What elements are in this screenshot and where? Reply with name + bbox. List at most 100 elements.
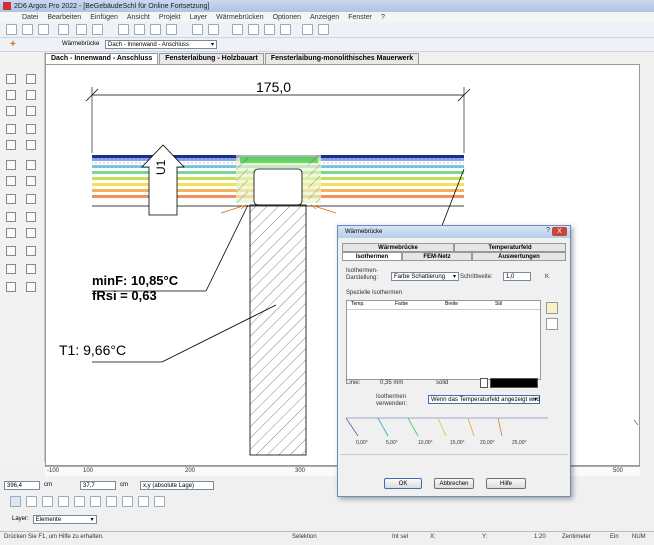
menu-help[interactable]: ?	[381, 14, 385, 21]
menu-window[interactable]: Fenster	[348, 14, 372, 21]
snap-perpendicular-icon[interactable]	[58, 496, 69, 507]
coordinate-mode-select[interactable]: x,y (absolute Lage)	[140, 480, 214, 490]
isotherm-mode-value: Farbe Schattierung	[394, 274, 446, 280]
snap-tangent-icon[interactable]	[106, 496, 117, 507]
circle-tool-icon[interactable]	[6, 176, 16, 186]
snap-midpoint-icon[interactable]	[42, 496, 53, 507]
save-icon[interactable]	[38, 24, 49, 35]
export-icon[interactable]	[302, 24, 313, 35]
layer-tool-icon[interactable]	[6, 282, 16, 292]
hatch-2-tool-icon[interactable]	[26, 140, 36, 150]
pencil-tool-icon[interactable]	[6, 246, 16, 256]
tab-temperature-field[interactable]: Temperaturfeld	[454, 243, 566, 252]
tab-fem-mesh[interactable]: FEM-Netz	[402, 252, 472, 261]
scale-tool-icon[interactable]	[26, 228, 36, 238]
ok-button[interactable]: OK	[384, 478, 422, 489]
status-field-1: Int sel	[392, 534, 409, 540]
snap-nearest-icon[interactable]	[122, 496, 133, 507]
settings-icon[interactable]	[318, 24, 329, 35]
cancel-button[interactable]: Abbrechen	[434, 478, 474, 489]
window-title: 2D6 Argos Pro 2022 - [BeGebäudeSchl für …	[14, 2, 210, 10]
pick-tool-icon[interactable]	[26, 264, 36, 274]
move-up-icon[interactable]	[546, 318, 558, 330]
component-tool-icon[interactable]	[6, 124, 16, 134]
add-icon[interactable]: +	[10, 40, 20, 50]
redo-icon[interactable]	[92, 24, 103, 35]
heatbridge-select[interactable]: Dach - Innenwand - Anschluss ▾	[105, 40, 217, 49]
menu-view[interactable]: Ansicht	[127, 14, 150, 21]
snap-intersection-icon[interactable]	[74, 496, 85, 507]
snap-center-icon[interactable]	[90, 496, 101, 507]
open-file-icon[interactable]	[22, 24, 33, 35]
draw-line-icon[interactable]	[6, 160, 16, 170]
layer-select[interactable]: Elemente ▾	[32, 514, 97, 524]
y-coordinate-input[interactable]: 37,7	[80, 480, 116, 490]
calc-flag-4-icon[interactable]	[280, 24, 291, 35]
snap-icon[interactable]	[208, 24, 219, 35]
menu-file[interactable]: Datei	[22, 14, 38, 21]
menu-layer[interactable]: Layer	[190, 14, 208, 21]
calc-flag-1-icon[interactable]	[232, 24, 243, 35]
zoom-in-icon[interactable]	[118, 24, 129, 35]
step-input[interactable]: 1,0	[503, 272, 531, 281]
measure-tool-icon[interactable]	[26, 90, 36, 100]
snap-angle-icon[interactable]	[154, 496, 165, 507]
calc-flag-2-icon[interactable]	[248, 24, 259, 35]
pattern-tool-icon[interactable]	[6, 106, 16, 116]
layer-2-tool-icon[interactable]	[26, 282, 36, 292]
tab-heatbridge[interactable]: Wärmebrücke	[342, 243, 454, 252]
tab-window-reveal-timber[interactable]: Fensterlaibung - Holzbauart	[159, 53, 264, 64]
tab-isotherms[interactable]: Isothermen	[342, 252, 402, 261]
undo-icon[interactable]	[76, 24, 87, 35]
close-icon[interactable]: X	[552, 227, 567, 236]
snap-pointer-icon[interactable]	[10, 496, 21, 507]
menu-project[interactable]: Projekt	[159, 14, 181, 21]
y-unit: cm	[120, 482, 128, 488]
line-style-value[interactable]: solid	[436, 380, 448, 386]
calc-flag-3-icon[interactable]	[264, 24, 275, 35]
dialog-help-icon[interactable]: ?	[546, 227, 550, 234]
use-isotherms-value: Wenn das Temperaturfeld angezeigt wird	[431, 397, 540, 403]
zoom-out-icon[interactable]	[150, 24, 161, 35]
color-picker-arrow-icon[interactable]	[480, 378, 488, 388]
add-isotherm-icon[interactable]	[546, 302, 558, 314]
menu-edit[interactable]: Bearbeiten	[47, 14, 81, 21]
isotherm-mode-select[interactable]: Farbe Schattierung ▾	[391, 272, 459, 281]
eraser-tool-icon[interactable]	[6, 74, 16, 84]
move-tool-icon[interactable]	[26, 194, 36, 204]
fill-tool-icon[interactable]	[6, 264, 16, 274]
tab-window-reveal-masonry[interactable]: Fensterlaibung-monolithisches Mauerwerk	[264, 53, 420, 64]
new-file-icon[interactable]	[6, 24, 17, 35]
snap-grid-icon[interactable]	[138, 496, 149, 507]
menu-heatbridges[interactable]: Wärmebrücken	[216, 14, 263, 21]
print-icon[interactable]	[58, 24, 69, 35]
select-tool-icon[interactable]	[6, 194, 16, 204]
hatch-tool-icon[interactable]	[6, 140, 16, 150]
zoom-all-icon[interactable]	[166, 24, 177, 35]
ruler-tick: 500	[613, 468, 624, 474]
line-width-value[interactable]: 0,35 mm	[380, 380, 403, 386]
zoom-window-icon[interactable]	[134, 24, 145, 35]
rotate-tool-icon[interactable]	[26, 212, 36, 222]
help-button[interactable]: Hilfe	[486, 478, 526, 489]
brush-tool-icon[interactable]	[26, 246, 36, 256]
component-2-tool-icon[interactable]	[26, 124, 36, 134]
material-tool-icon[interactable]	[6, 90, 16, 100]
menu-display[interactable]: Anzeigen	[310, 14, 339, 21]
grid-icon[interactable]	[192, 24, 203, 35]
line-tool-icon[interactable]	[26, 74, 36, 84]
mirror-tool-icon[interactable]	[6, 228, 16, 238]
x-coordinate-input[interactable]: 396,4	[4, 480, 40, 490]
draw-polyline-icon[interactable]	[26, 160, 36, 170]
text-tool-icon[interactable]	[26, 176, 36, 186]
tab-roof-wall-junction[interactable]: Dach - Innenwand - Anschluss	[45, 53, 159, 64]
isotherm-table[interactable]: Temp. Farbe Breite Stil	[346, 300, 541, 380]
line-color-swatch[interactable]	[490, 378, 538, 388]
snap-endpoint-icon[interactable]	[26, 496, 37, 507]
tab-evaluations[interactable]: Auswertungen	[472, 252, 566, 261]
menu-options[interactable]: Optionen	[273, 14, 301, 21]
copy-tool-icon[interactable]	[6, 212, 16, 222]
menu-insert[interactable]: Einfügen	[90, 14, 118, 21]
use-isotherms-select[interactable]: Wenn das Temperaturfeld angezeigt wird ▾	[428, 395, 540, 404]
pattern-2-tool-icon[interactable]	[26, 106, 36, 116]
